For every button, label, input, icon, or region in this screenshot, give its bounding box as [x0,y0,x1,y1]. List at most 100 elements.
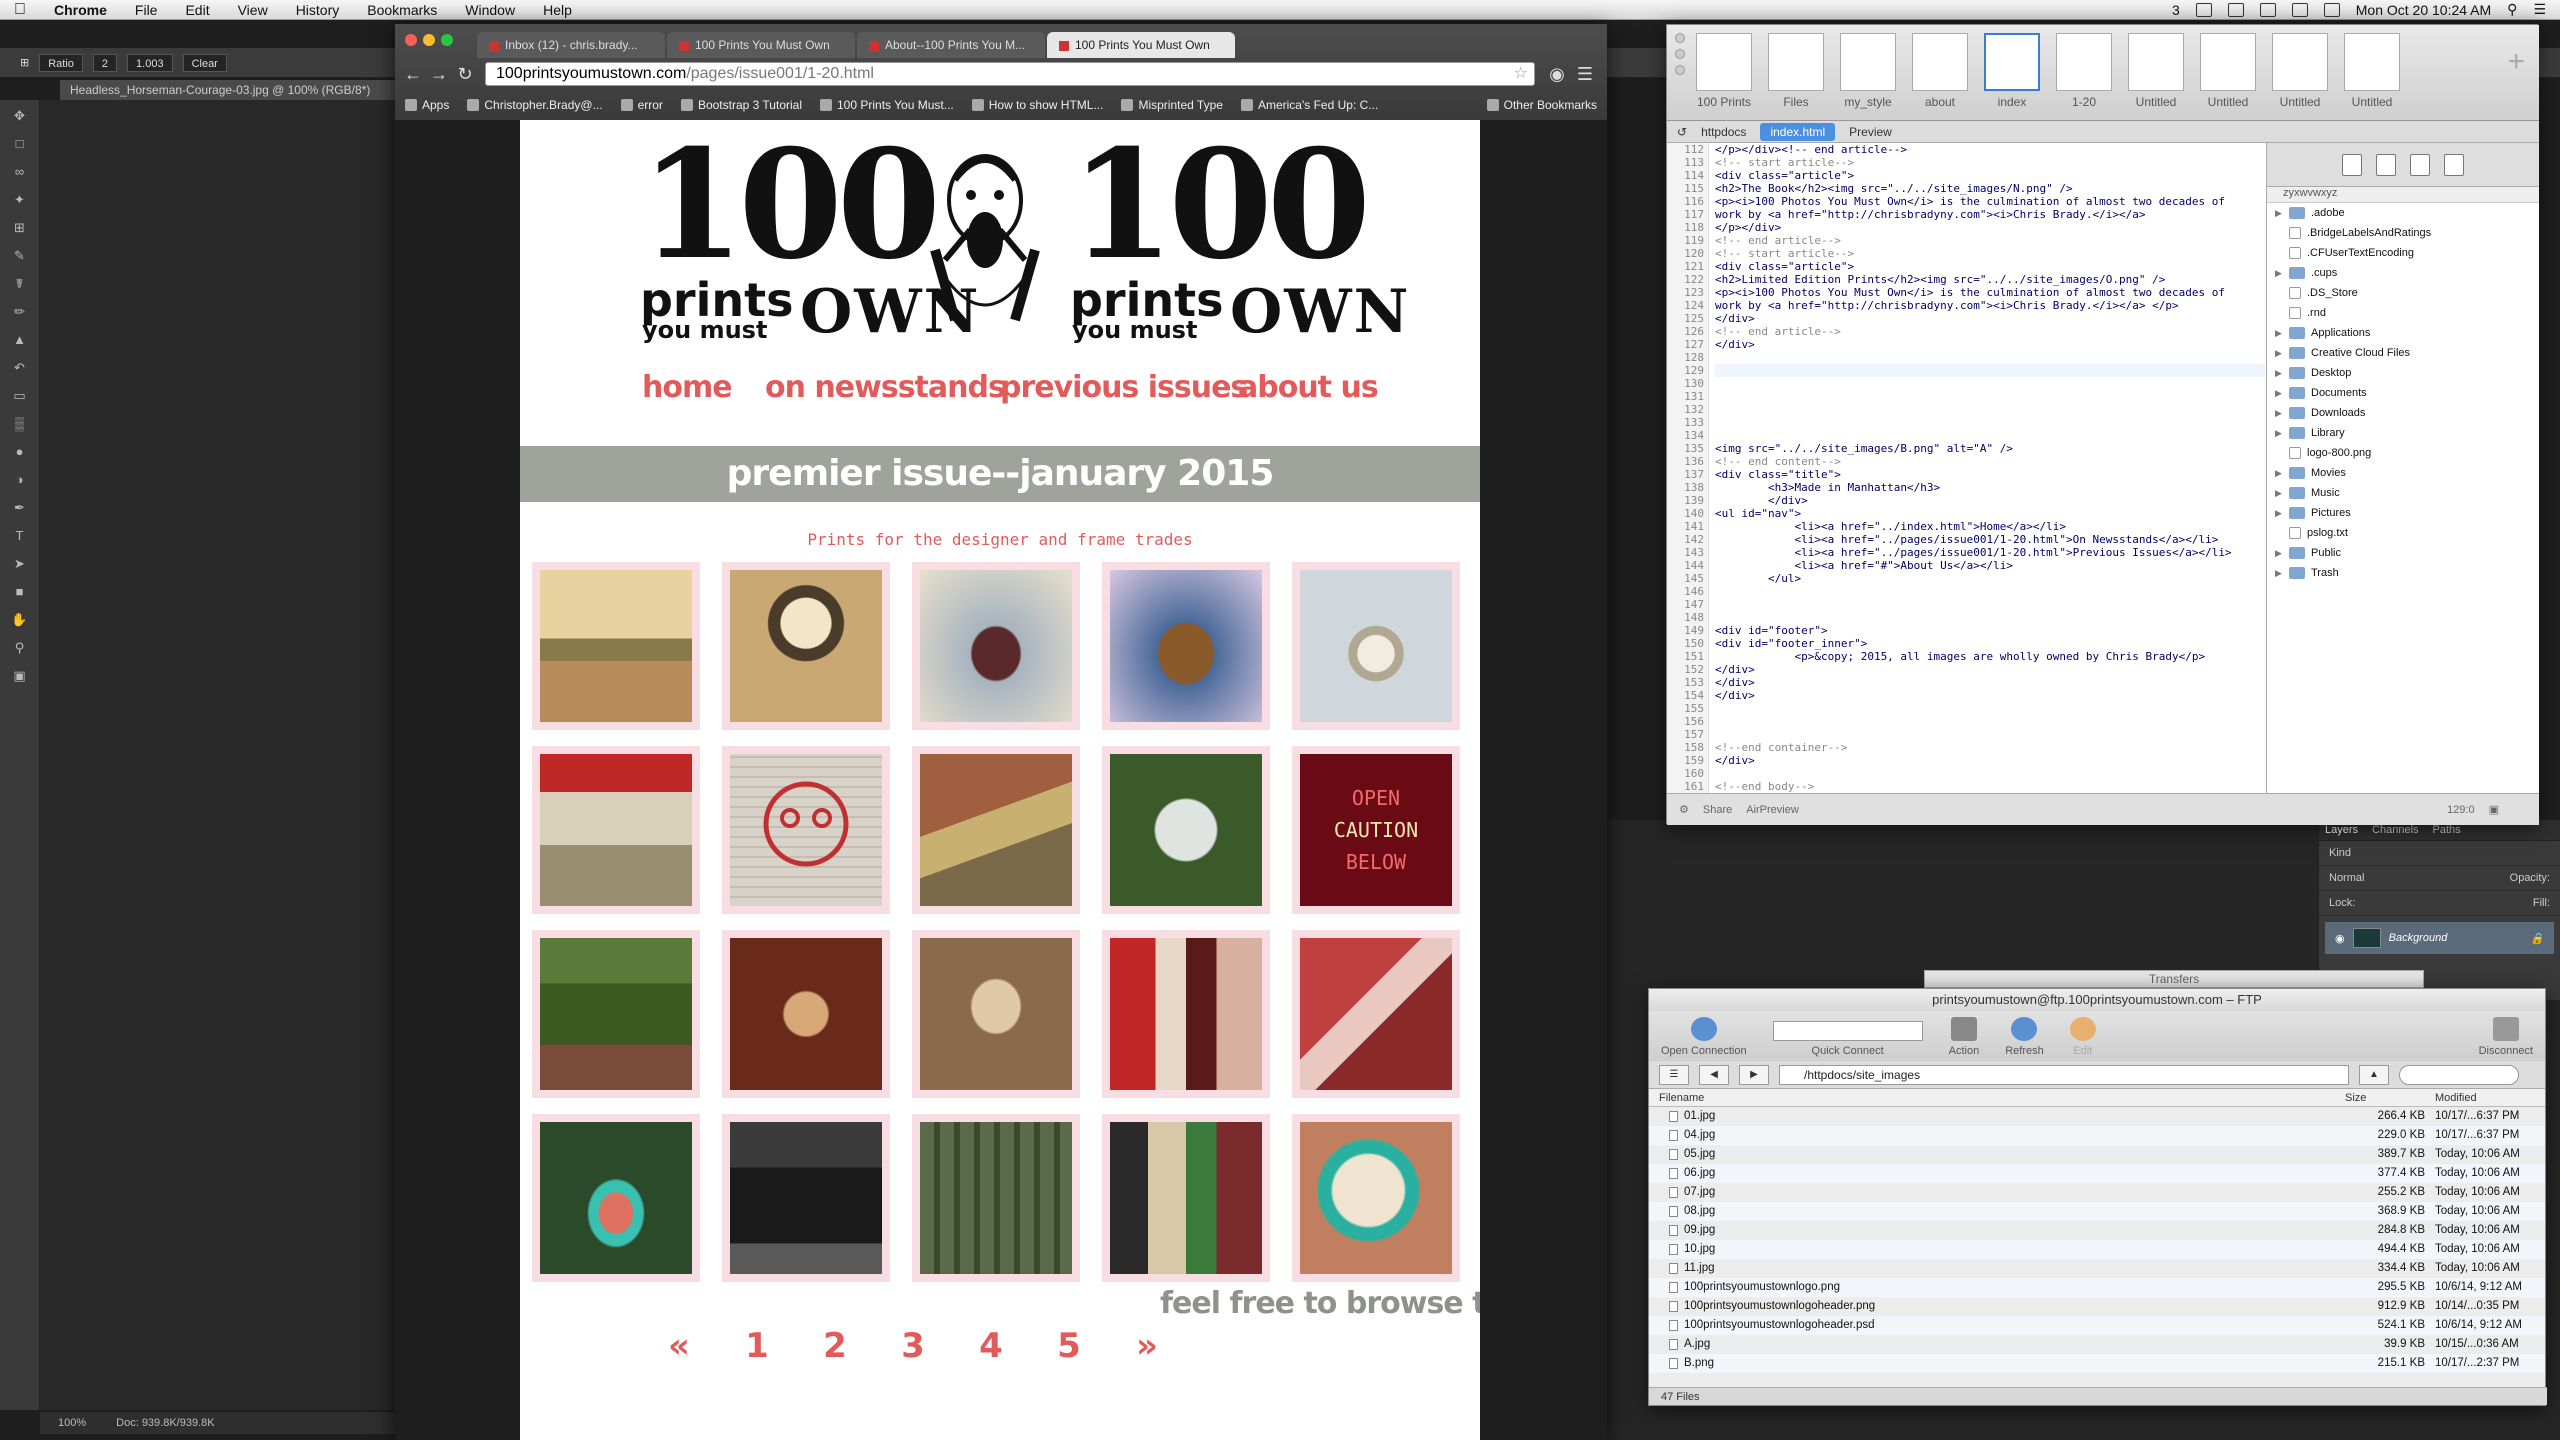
document-thumbnail[interactable]: my_style [1837,33,1899,109]
file-list-item[interactable]: .CFUserTextEncoding [2267,243,2539,263]
gallery-thumb[interactable] [1102,1114,1270,1282]
disclosure-triangle-icon[interactable]: ▶ [2275,208,2283,219]
code-line[interactable]: work by <a href="http://chrisbradyny.com… [1715,208,2265,221]
file-list-item[interactable]: ▶ Movies [2267,463,2539,483]
menu-history[interactable]: History [282,2,354,18]
ratio-height-field[interactable]: 1.003 [127,53,173,72]
code-line[interactable]: <div class="title"> [1715,468,2265,481]
document-thumbnail[interactable]: Untitled [2269,33,2331,109]
document-thumbnail[interactable]: 1-20 [2053,33,2115,109]
code-line[interactable] [1715,715,2265,728]
upload-icon[interactable] [2444,153,2464,176]
code-line[interactable]: </ul> [1715,572,2265,585]
gallery-thumb[interactable] [912,1114,1080,1282]
home-icon[interactable] [2342,153,2362,176]
tab-channels[interactable]: Channels [2372,824,2418,836]
code-line[interactable] [1715,728,2265,741]
file-list-item[interactable]: ▶ Downloads [2267,403,2539,423]
airpreview-button[interactable]: AirPreview [1746,804,1799,816]
code-line[interactable]: <li><a href="../pages/issue001/1-20.html… [1715,546,2265,559]
ftp-path-select[interactable]: /httpdocs/site_images [1779,1064,2349,1085]
file-list-item[interactable]: ▶ Library [2267,423,2539,443]
gallery-thumb[interactable] [532,746,700,914]
status-menu-number[interactable]: 3 [2172,2,2180,18]
bookmark-item[interactable]: How to show HTML... [971,98,1103,112]
layer-row[interactable]: ◉ Background 🔒 [2325,922,2554,954]
code-line[interactable]: </div> [1715,494,2265,507]
code-line[interactable]: <!--end body--> [1715,780,2265,793]
tab-100-prints-active[interactable]: 100 Prints You Must Own [1047,32,1235,58]
bookmark-item[interactable]: error [620,98,663,112]
code-line[interactable]: <div class="article"> [1715,169,2265,182]
code-line[interactable]: </div> [1715,689,2265,702]
code-line[interactable] [1715,377,2265,390]
crop-tool-icon[interactable]: ⊞ [20,56,29,69]
gallery-thumb[interactable] [532,1114,700,1282]
share-button[interactable]: Share [1703,804,1732,816]
battery-icon[interactable] [2323,2,2340,17]
bookmark-star-icon[interactable]: ☆ [1514,63,1528,85]
code-line[interactable]: <img src="../../site_images/B.png" alt="… [1715,442,2265,455]
document-thumbnail[interactable]: 100 Prints [1693,33,1755,109]
stamp-tool-icon[interactable]: ▲ [10,330,30,350]
transfers-window-title[interactable]: Transfers [1924,970,2424,988]
code-line[interactable]: </div> [1715,663,2265,676]
menu-bookmarks[interactable]: Bookmarks [353,2,451,18]
clear-button[interactable]: Clear [182,53,227,72]
gallery-thumb[interactable] [532,562,700,730]
panel-toggle-icon[interactable]: ▣ [2489,803,2539,816]
ftp-search-input[interactable] [2399,1064,2519,1085]
gallery-thumb[interactable] [912,930,1080,1098]
gallery-thumb[interactable] [722,930,890,1098]
menu-file[interactable]: File [121,2,172,18]
pager-next[interactable]: » [1108,1326,1186,1366]
path-select-icon[interactable]: ➤ [10,554,30,574]
move-tool-icon[interactable]: ✥ [10,106,30,126]
code-line[interactable] [1715,351,2265,364]
disclosure-triangle-icon[interactable]: ▶ [2275,348,2283,359]
file-list-item[interactable]: ▶ .cups [2267,263,2539,283]
file-list-item[interactable]: .DS_Store [2267,283,2539,303]
forward-button[interactable]: → [427,62,451,86]
code-line[interactable] [1715,611,2265,624]
tab-paths[interactable]: Paths [2433,824,2461,836]
code-line[interactable]: <li><a href="../index.html">Home</a></li… [1715,520,2265,533]
blend-mode-select[interactable]: Normal [2329,872,2364,884]
shape-tool-icon[interactable]: ■ [10,582,30,602]
code-line[interactable]: work by <a href="http://chrisbradyny.com… [1715,299,2265,312]
ftp-file-row[interactable]: A.jpg 39.9 KB 10/15/...0:36 AM [1649,1335,2545,1354]
quick-connect-input[interactable] [1772,1021,1923,1041]
bookmark-item[interactable]: America's Fed Up: C... [1240,98,1378,112]
eyedropper-tool-icon[interactable]: ✎ [10,246,30,266]
crop-tool-icon[interactable]: ⊞ [10,218,30,238]
blur-tool-icon[interactable]: ● [10,442,30,462]
gallery-thumb[interactable] [1292,930,1460,1098]
gallery-thumb[interactable] [722,746,890,914]
code-line[interactable]: </p></div><!-- end article--> [1715,143,2265,156]
code-line[interactable]: <!-- start article--> [1715,156,2265,169]
disclosure-triangle-icon[interactable]: ▶ [2275,408,2283,419]
ftp-file-row[interactable]: 10.jpg 494.4 KB Today, 10:06 AM [1649,1240,2545,1259]
document-thumbnail[interactable]: Files [1765,33,1827,109]
quick-connect-field[interactable]: Quick Connect [1772,1021,1923,1057]
pager-page[interactable]: 2 [796,1326,874,1366]
gallery-thumb[interactable]: OPEN CAUTION BELOW [1292,746,1460,914]
gallery-thumb[interactable] [1292,562,1460,730]
ftp-file-row[interactable]: 05.jpg 389.7 KB Today, 10:06 AM [1649,1145,2545,1164]
gallery-thumb[interactable] [722,1114,890,1282]
disclosure-triangle-icon[interactable]: ▶ [2275,508,2283,519]
disclosure-triangle-icon[interactable]: ▶ [2275,368,2283,379]
edit-button[interactable]: Edit [2069,1017,2096,1057]
menu-edit[interactable]: Edit [171,2,223,18]
action-button[interactable]: Action [1949,1017,1979,1057]
preview-tab[interactable]: Preview [1839,123,1902,141]
pager-page[interactable]: 1 [718,1326,796,1366]
gallery-thumb[interactable] [1292,1114,1460,1282]
disclosure-triangle-icon[interactable]: ▶ [2275,428,2283,439]
code-line[interactable]: <h2>The Book</h2><img src="../../site_im… [1715,182,2265,195]
gallery-thumb[interactable] [1102,746,1270,914]
col-filename[interactable]: Filename [1659,1089,2345,1107]
pen-tool-icon[interactable]: ✒ [10,498,30,518]
code-area[interactable]: 112 113 114 115 116 117 118 119 120 121 122 123 124 1… [1667,143,2267,793]
ftp-file-row[interactable]: 100printsyoumustownlogo.png 295.5 KB 10/6/… [1649,1278,2545,1297]
